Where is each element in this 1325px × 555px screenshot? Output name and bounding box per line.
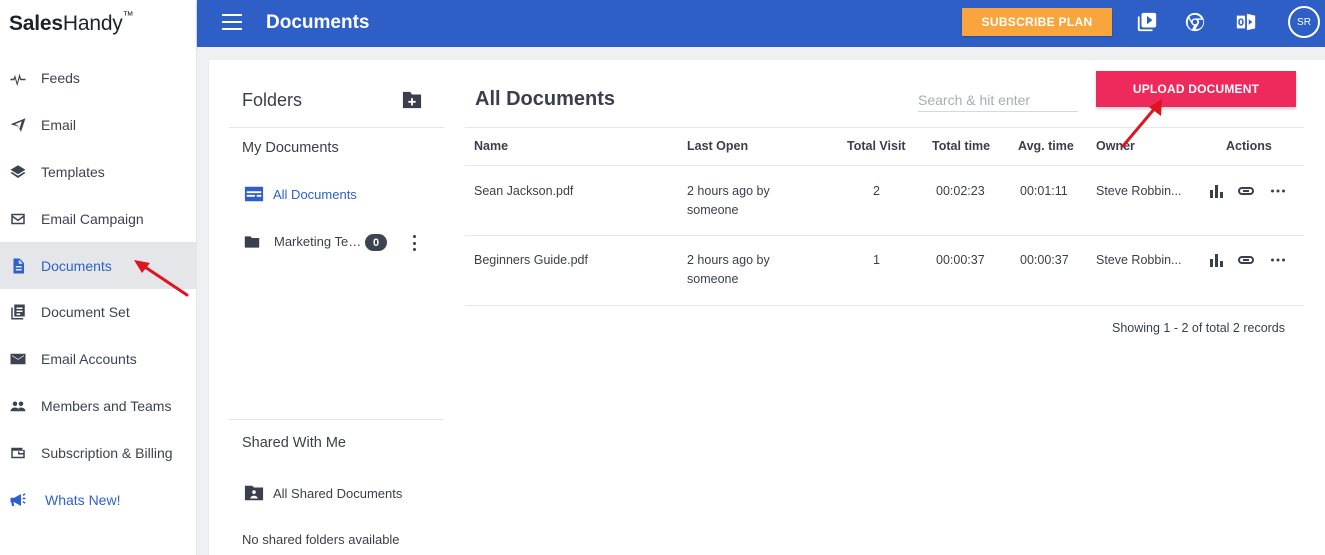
divider [229,127,444,128]
link-icon[interactable] [1238,184,1254,198]
avg-time: 00:01:11 [1020,184,1068,198]
search-input[interactable] [918,88,1078,112]
page-title: Documents [266,12,370,33]
folder-label: Marketing Team [274,234,366,249]
owner: Steve Robbin... [1096,184,1182,198]
document-name[interactable]: Beginners Guide.pdf [474,251,588,270]
avatar[interactable]: SR [1288,6,1320,38]
total-visit: 2 [873,184,880,198]
divider [465,305,1304,306]
send-icon [9,116,27,134]
avg-time: 00:00:37 [1020,253,1069,267]
sidebar-item-label: Templates [41,163,105,180]
analytics-icon[interactable] [1208,184,1224,198]
subscribe-plan-button[interactable]: SUBSCRIBE PLAN [962,8,1112,36]
column-header-total-time[interactable]: Total time [932,139,990,153]
folder-label: All Documents [273,186,357,202]
document-icon [9,257,27,275]
last-open-line1: 2 hours ago by [687,184,770,198]
sidebar-item-label: Subscription & Billing [41,444,173,461]
divider [465,165,1304,166]
total-visit: 1 [873,253,880,267]
divider [229,419,444,420]
last-open-line2: someone [687,203,739,217]
divider [465,127,1304,128]
analytics-icon[interactable] [1208,253,1224,267]
megaphone-icon [9,491,27,509]
total-time: 00:02:23 [936,184,985,198]
last-open-line1: 2 hours ago by [687,253,770,267]
total-time: 00:00:37 [936,253,985,267]
sidebar-item-label: Members and Teams [41,397,172,414]
folder-options-icon[interactable] [409,235,419,251]
column-header-actions: Actions [1226,139,1272,153]
records-summary: Showing 1 - 2 of total 2 records [1112,321,1286,335]
sidebar-item-members-teams[interactable]: Members and Teams [0,383,196,430]
sidebar-item-label: Document Set [41,304,130,321]
pulse-icon [9,69,27,87]
folder-icon [244,235,260,249]
menu-icon[interactable] [222,14,242,30]
column-header-last-open[interactable]: Last Open [687,139,748,153]
annotation-arrow-icon [134,260,189,297]
link-icon[interactable] [1238,253,1254,267]
sidebar-item-label: Feeds [41,70,80,87]
column-header-total-visit[interactable]: Total Visit [847,139,906,153]
more-options-icon[interactable] [1270,253,1286,267]
wallet-icon [9,444,27,462]
sidebar-item-label: Documents [41,257,112,274]
sidebar-item-email-campaign[interactable]: Email Campaign [0,195,196,242]
sidebar-item-email-accounts[interactable]: Email Accounts [0,336,196,383]
folder-all-documents[interactable]: All Documents [244,185,357,203]
folders-title: Folders [242,90,303,110]
folder-list-icon [244,185,264,203]
divider [465,235,1304,236]
chrome-icon[interactable] [1184,11,1206,33]
mail-campaign-icon [9,210,27,228]
documents-title: All Documents [475,88,616,110]
top-bar: Documents SUBSCRIBE PLAN SR [197,0,1325,47]
folder-all-shared-documents[interactable]: All Shared Documents [244,484,402,502]
sidebar-item-subscription-billing[interactable]: Subscription & Billing [0,429,196,476]
layers-icon [9,163,27,181]
envelope-icon [9,350,27,368]
sidebar-item-whats-new[interactable]: Whats New! [0,476,196,523]
outlook-icon[interactable] [1235,11,1257,33]
column-header-name[interactable]: Name [474,139,508,153]
document-set-icon [9,303,27,321]
sidebar-item-label: Whats New! [45,491,121,508]
no-shared-folders-text: No shared folders available [242,532,400,547]
people-icon [9,397,27,415]
my-documents-title: My Documents [242,140,339,156]
folder-label: All Shared Documents [273,485,403,501]
video-icon[interactable] [1136,11,1158,33]
sidebar-item-label: Email Accounts [41,351,137,368]
add-folder-icon[interactable] [401,90,423,110]
app-logo[interactable]: SalesHandy™ [9,10,134,36]
sidebar-item-templates[interactable]: Templates [0,149,196,196]
sidebar-item-email[interactable]: Email [0,102,196,149]
document-name[interactable]: Sean Jackson.pdf [474,182,573,201]
sidebar-item-label: Email [41,117,77,134]
sidebar-item-label: Email Campaign [41,210,144,227]
owner: Steve Robbin... [1096,253,1182,267]
sidebar-item-feeds[interactable]: Feeds [0,55,196,102]
last-open-line2: someone [687,272,739,286]
folder-count-badge: 0 [365,234,387,251]
column-header-avg-time[interactable]: Avg. time [1018,139,1074,153]
shared-folder-icon [244,484,264,502]
annotation-arrow-icon [1121,99,1162,148]
folder-marketing-team[interactable]: Marketing Team [244,234,366,249]
more-options-icon[interactable] [1270,184,1286,198]
shared-with-me-title: Shared With Me [242,435,346,451]
